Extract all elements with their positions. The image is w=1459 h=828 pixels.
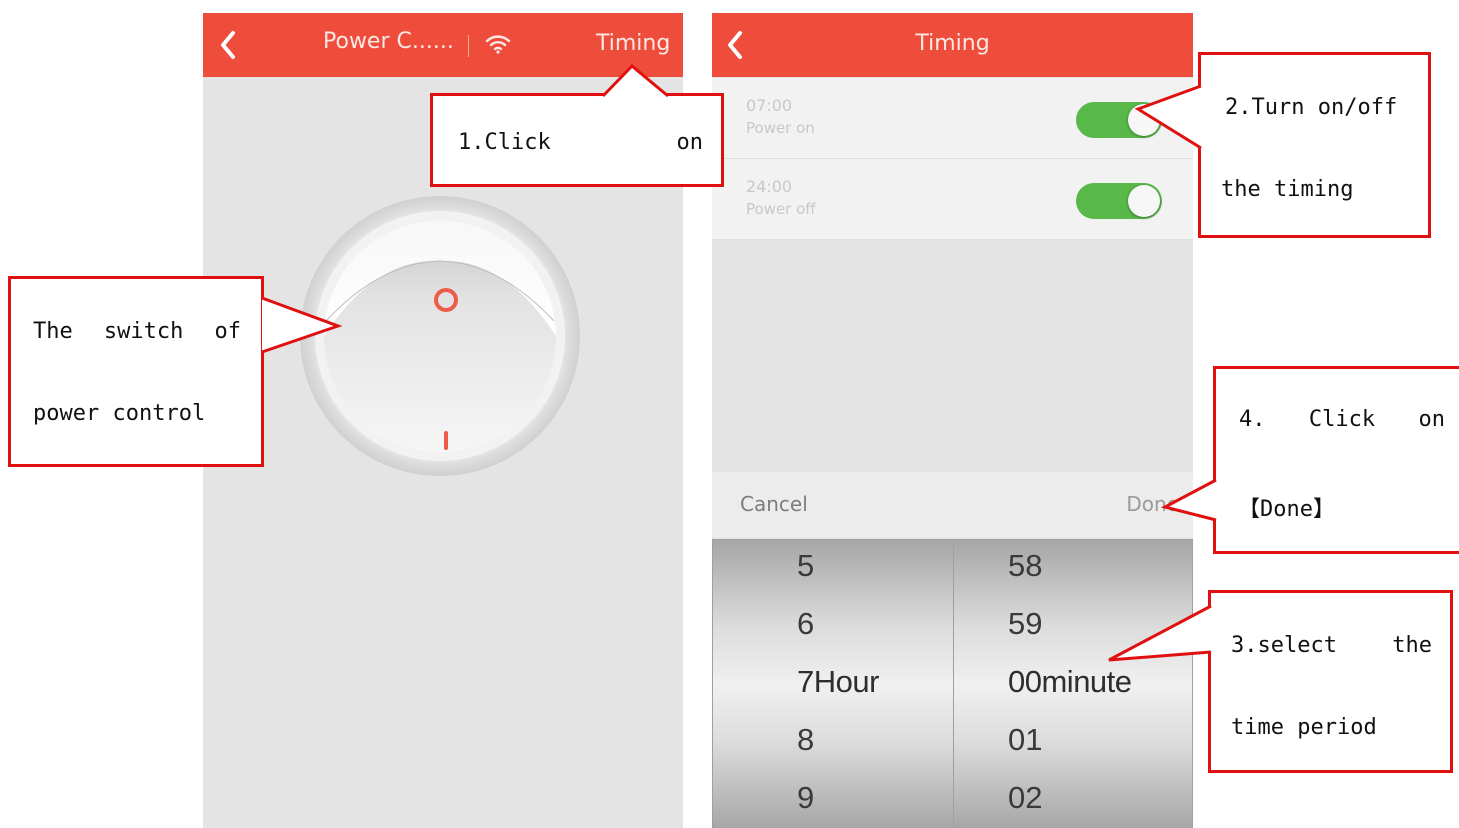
callout-pointers bbox=[261, 63, 1217, 662]
